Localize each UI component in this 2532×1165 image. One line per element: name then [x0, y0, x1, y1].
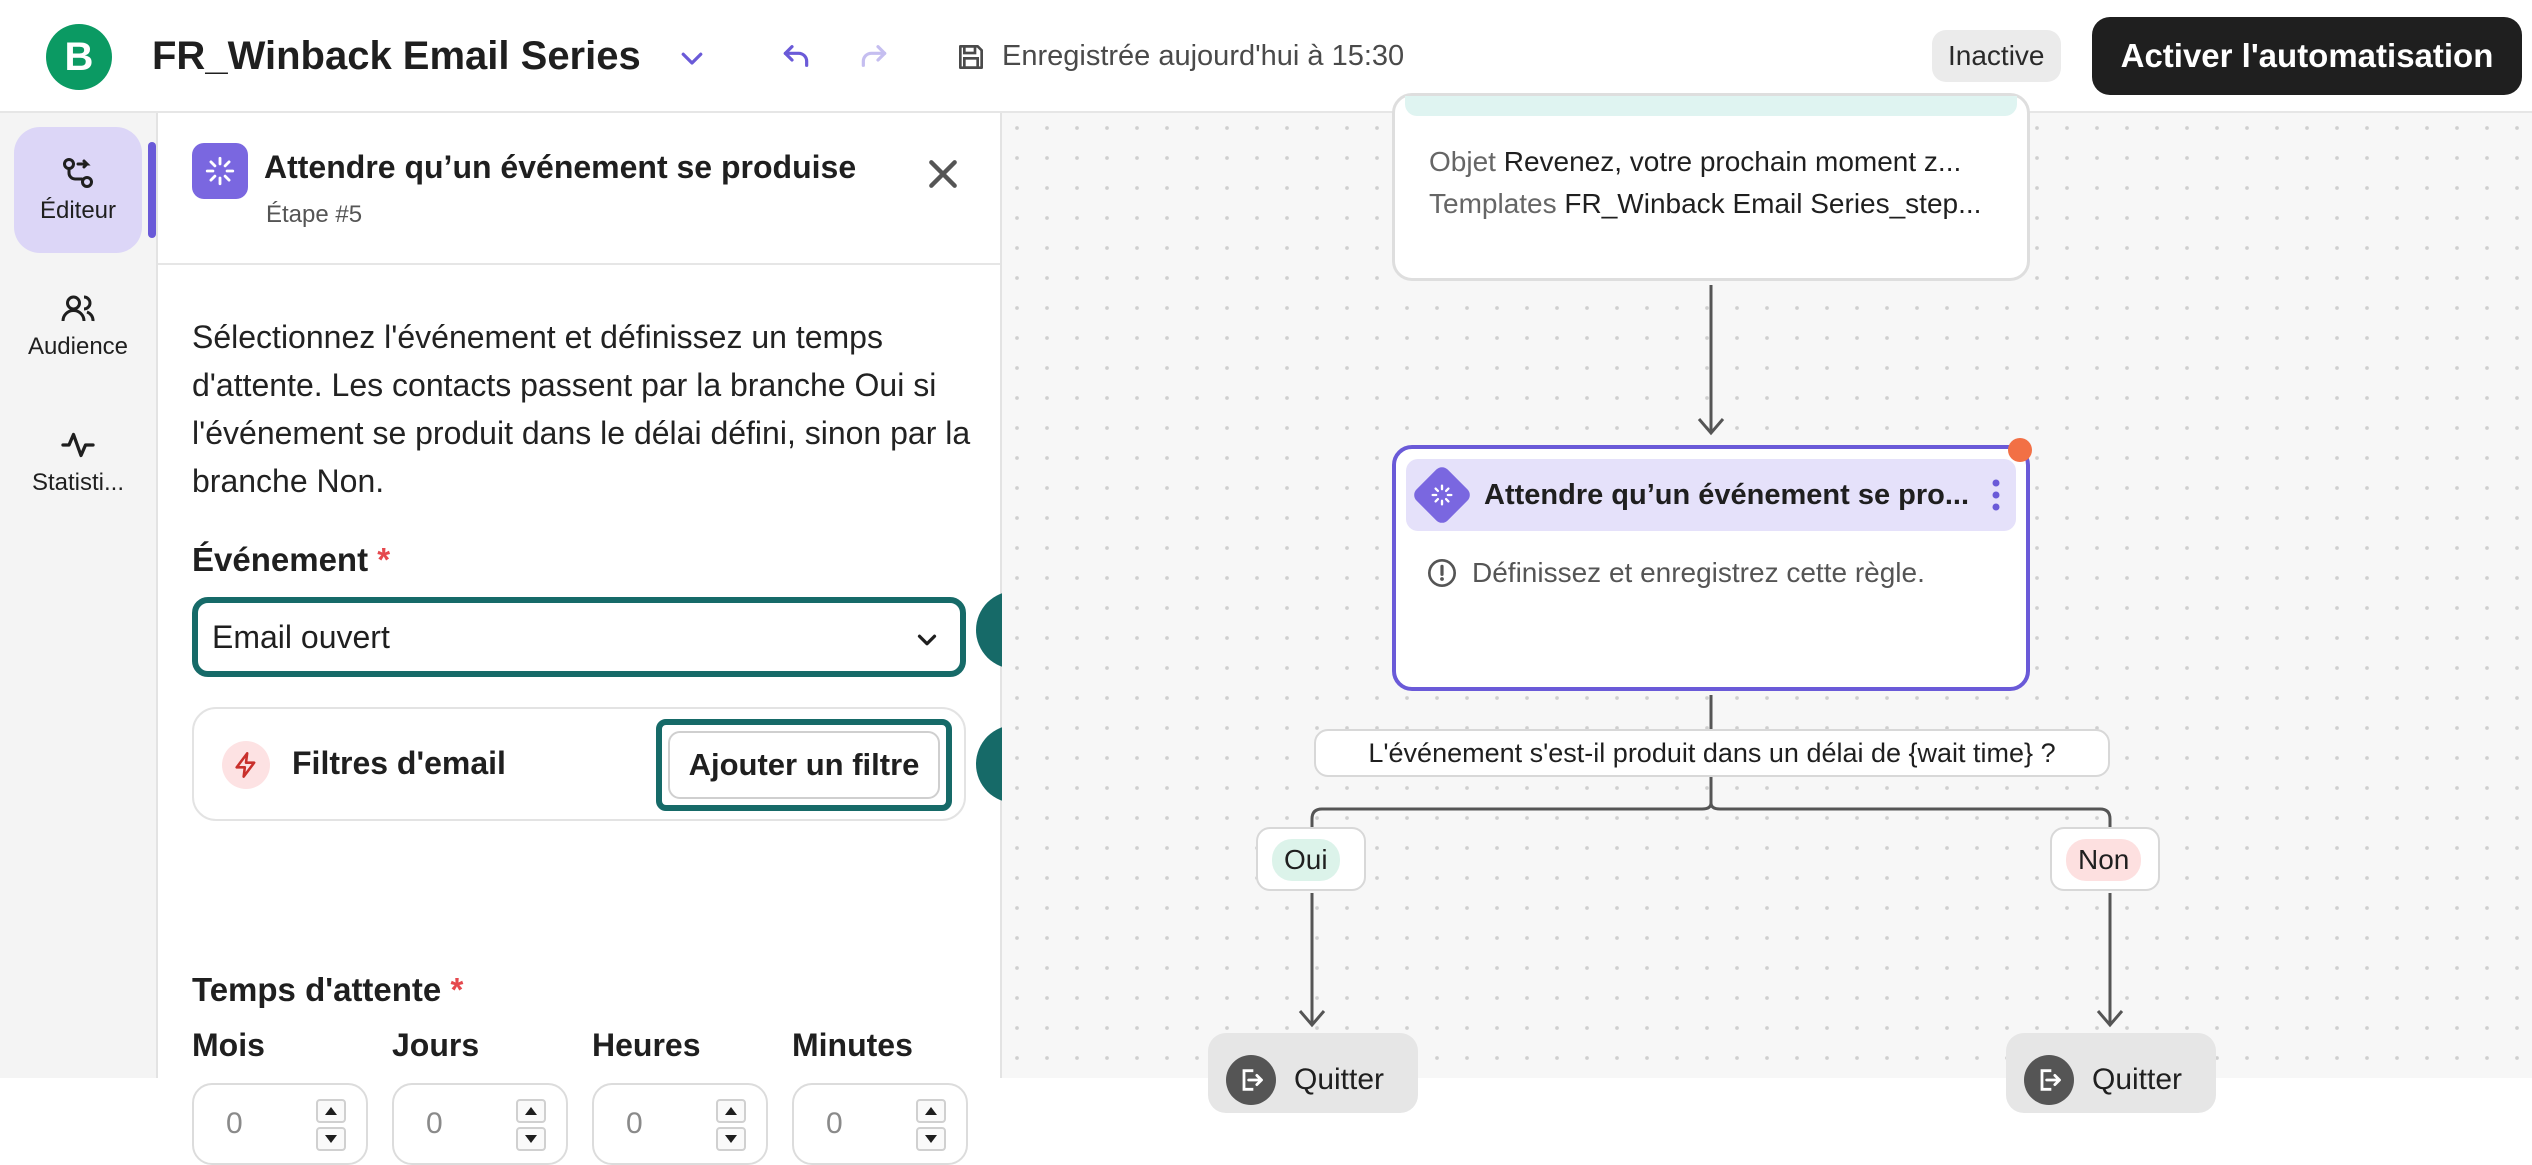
minutes-stepper[interactable] [916, 1099, 946, 1151]
redo-icon[interactable] [852, 34, 896, 78]
saved-status-text: Enregistrée aujourd'hui à 15:30 [1002, 40, 1405, 72]
minutes-label: Minutes [792, 1027, 913, 1063]
branch-no-label: Non [2066, 839, 2142, 881]
event-select-value: Email ouvert [212, 619, 390, 655]
email-node-header-strip [1405, 96, 2017, 116]
stepper-down-icon[interactable] [716, 1127, 746, 1151]
email-templates-row: Templates FR_Winback Email Series_step..… [1429, 188, 1982, 219]
minutes-value: 0 [826, 1107, 843, 1140]
title-dropdown-chevron-icon[interactable] [670, 36, 714, 80]
wait-node-title: Attendre qu’un événement se pro... [1484, 479, 1970, 511]
exit-icon [2024, 1055, 2074, 1105]
step-settings-panel: Attendre qu’un événement se produise Éta… [158, 113, 1002, 1165]
users-icon [61, 295, 95, 322]
email-step-node[interactable]: Objet Revenez, votre prochain moment z..… [1392, 93, 2030, 281]
add-filter-button[interactable]: Ajouter un filtre [668, 731, 940, 799]
stepper-up-icon[interactable] [916, 1099, 946, 1123]
hours-input[interactable]: 0 [592, 1083, 768, 1165]
hours-value: 0 [626, 1107, 643, 1140]
chevron-down-icon [912, 625, 942, 660]
exit-icon [1226, 1055, 1276, 1105]
months-input[interactable]: 0 [192, 1083, 368, 1165]
brand-logo[interactable]: B [46, 24, 112, 90]
stepper-up-icon[interactable] [316, 1099, 346, 1123]
unsaved-indicator-dot [2008, 438, 2032, 462]
quit-node-no[interactable]: Quitter [2006, 1033, 2216, 1113]
wait-time-label: Temps d'attente * [192, 971, 464, 1008]
status-badge: Inactive [1932, 30, 2061, 82]
stepper-down-icon[interactable] [316, 1127, 346, 1151]
branch-yes-label: Oui [1272, 839, 1340, 881]
event-select[interactable]: Email ouvert [192, 597, 966, 677]
close-icon[interactable] [918, 149, 968, 199]
workflow-canvas[interactable]: Objet Revenez, votre prochain moment z..… [1002, 93, 2532, 1113]
stepper-up-icon[interactable] [716, 1099, 746, 1123]
save-disk-icon [950, 36, 992, 78]
panel-title: Attendre qu’un événement se produise [264, 149, 857, 185]
email-filters-card: Filtres d'email Ajouter un filtre [192, 707, 966, 821]
wait-event-icon [192, 143, 248, 199]
wait-event-node[interactable]: Attendre qu’un événement se pro... Défin… [1392, 445, 2030, 691]
quit-label: Quitter [1294, 1063, 1385, 1096]
days-label: Jours [392, 1027, 480, 1063]
months-label: Mois [192, 1027, 265, 1063]
email-subject-row: Objet Revenez, votre prochain moment z..… [1429, 146, 1962, 177]
branch-condition-label: L'événement s'est-il produit dans un dél… [1314, 729, 2110, 777]
stepper-down-icon[interactable] [916, 1127, 946, 1151]
rail-item-statistics[interactable]: Statisti... [14, 399, 142, 525]
more-options-icon[interactable] [1986, 477, 2006, 513]
quit-node-yes[interactable]: Quitter [1208, 1033, 1418, 1113]
rail-item-label: Éditeur [39, 197, 117, 224]
undo-icon[interactable] [774, 34, 818, 78]
add-filter-highlight: Ajouter un filtre [656, 719, 952, 811]
quit-label: Quitter [2092, 1063, 2183, 1096]
automation-title[interactable]: FR_Winback Email Series [152, 28, 641, 84]
months-value: 0 [226, 1107, 243, 1140]
activate-automation-button[interactable]: Activer l'automatisation [2092, 17, 2522, 95]
top-bar: B FR_Winback Email Series Enregistrée au… [0, 0, 2532, 113]
wait-node-warning: Définissez et enregistrez cette règle. [1426, 557, 1925, 589]
days-input[interactable]: 0 [392, 1083, 568, 1165]
stepper-up-icon[interactable] [516, 1099, 546, 1123]
stepper-down-icon[interactable] [516, 1127, 546, 1151]
minutes-input[interactable]: 0 [792, 1083, 968, 1165]
event-field-label: Événement * [192, 541, 391, 578]
rail-item-audience[interactable]: Audience [14, 263, 142, 389]
activity-icon [61, 432, 95, 458]
rail-item-label: Audience [27, 333, 129, 360]
left-rail: Éditeur Audience Statisti... [0, 113, 158, 1078]
hours-label: Heures [592, 1027, 701, 1063]
months-stepper[interactable] [316, 1099, 346, 1151]
step-number: Étape #5 [266, 201, 363, 228]
panel-header: Attendre qu’un événement se produise Éta… [158, 113, 1000, 265]
rail-item-label: Statisti... [31, 469, 125, 496]
rail-item-editor[interactable]: Éditeur [14, 127, 142, 253]
days-value: 0 [426, 1107, 443, 1140]
wait-event-icon [1431, 484, 1453, 506]
branch-yes[interactable]: Oui [1256, 827, 1366, 891]
editor-icon [63, 158, 93, 188]
hours-stepper[interactable] [716, 1099, 746, 1151]
wait-node-header: Attendre qu’un événement se pro... [1406, 459, 2016, 531]
branch-no[interactable]: Non [2050, 827, 2160, 891]
active-rail-indicator [148, 142, 156, 238]
warning-circle-icon [1428, 559, 1456, 587]
days-stepper[interactable] [516, 1099, 546, 1151]
email-filters-label: Filtres d'email [292, 745, 506, 781]
lightning-icon [222, 741, 270, 789]
panel-description: Sélectionnez l'événement et définissez u… [192, 319, 971, 499]
